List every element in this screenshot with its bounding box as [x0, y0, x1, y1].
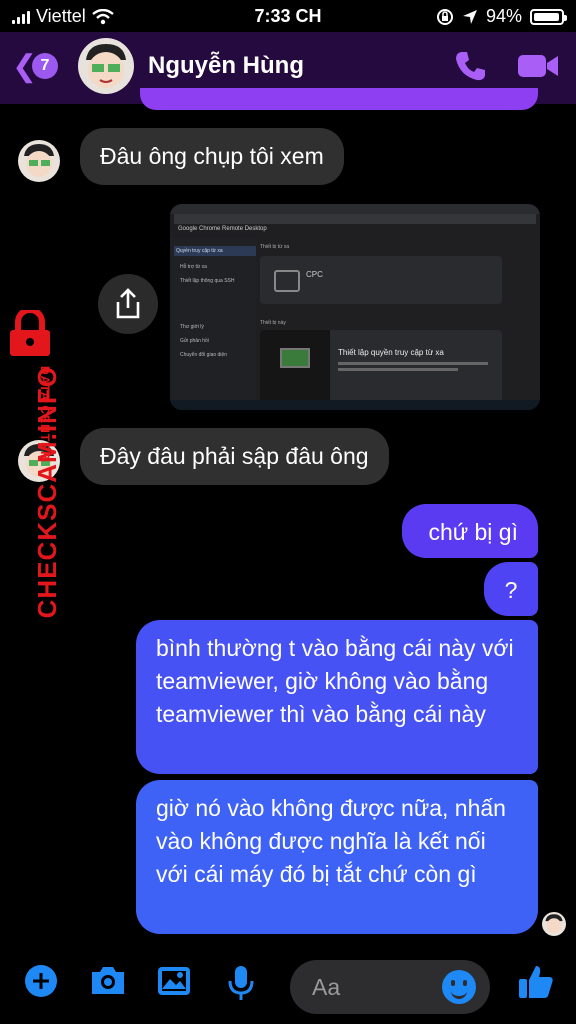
- message-bubble-outgoing[interactable]: giờ nó vào không được nữa, nhấn vào khôn…: [136, 780, 538, 934]
- message-text: giờ nó vào không được nữa, nhấn vào khôn…: [156, 795, 506, 887]
- back-button[interactable]: ❮ 7: [12, 50, 60, 82]
- message-text: bình thường t vào bằng cái này với teamv…: [156, 635, 514, 727]
- message-text: chứ bị gì: [428, 519, 518, 545]
- rotation-lock-icon: [436, 8, 453, 25]
- sender-avatar[interactable]: [18, 140, 60, 182]
- contact-avatar[interactable]: [78, 38, 134, 94]
- message-bubble-incoming[interactable]: Đây đâu phải sập đâu ông: [80, 428, 389, 485]
- monitor-icon: [274, 270, 300, 292]
- section-label: Thiết bị này: [260, 320, 286, 326]
- contact-name[interactable]: Nguyễn Hùng: [148, 52, 304, 80]
- remote-desktop-sidebar: Quyền truy cập từ xa Hỗ trợ từ xa Thiết …: [170, 238, 256, 400]
- gallery-icon[interactable]: [156, 964, 192, 998]
- avatar-image: [24, 144, 54, 177]
- sidebar-item: Thư giới lý: [180, 324, 204, 330]
- setup-card: Thiết lập quyền truy cập từ xa: [260, 330, 502, 404]
- message-bubble-incoming[interactable]: Đâu ông chụp tôi xem: [80, 128, 344, 185]
- share-icon: [116, 288, 140, 319]
- sidebar-item: Gửi phản hồi: [180, 338, 209, 344]
- taskbar: [170, 400, 540, 410]
- message-bubble-outgoing[interactable]: ?: [484, 562, 538, 616]
- message-composer: Aa: [0, 952, 576, 1024]
- like-icon[interactable]: [516, 962, 556, 1002]
- section-label: Thiết bị từ xa: [260, 244, 290, 250]
- status-bar: Viettel 7:33 CH 94%: [0, 0, 576, 32]
- device-card: CPC: [260, 256, 502, 304]
- watermark-tag: DATA CENTER: [38, 366, 52, 461]
- message-text: Đâu ông chụp tôi xem: [100, 143, 324, 169]
- battery-icon: [530, 8, 567, 25]
- watermark: CHECKSCAM.INFO DATA CENTER: [0, 310, 70, 618]
- address-bar: [174, 214, 536, 224]
- video-call-icon[interactable]: [516, 48, 560, 84]
- share-button[interactable]: [98, 274, 158, 334]
- battery-percent: 94%: [485, 6, 522, 26]
- add-icon[interactable]: [24, 964, 58, 998]
- emoji-icon[interactable]: [442, 970, 476, 1004]
- browser-tabs: [170, 204, 540, 214]
- avatar-image: [545, 914, 563, 934]
- phone-call-icon[interactable]: [452, 48, 488, 84]
- seen-avatar: [542, 912, 566, 936]
- location-icon: [462, 9, 477, 24]
- avatar-image: [86, 44, 126, 88]
- sidebar-item: Quyền truy cập từ xa: [174, 246, 256, 256]
- setup-title: Thiết lập quyền truy cập từ xa: [338, 348, 444, 357]
- sidebar-item: Chuyển đổi giao diện: [180, 352, 227, 358]
- message-bubble-outgoing[interactable]: bình thường t vào bằng cái này với teamv…: [136, 620, 538, 774]
- message-input[interactable]: Aa: [290, 960, 490, 1014]
- lock-icon: [10, 310, 50, 356]
- setup-illustration: [260, 330, 330, 404]
- input-placeholder: Aa: [312, 974, 341, 1000]
- unread-badge: 7: [32, 53, 58, 79]
- camera-icon[interactable]: [88, 964, 128, 998]
- message-text: Đây đâu phải sập đâu ông: [100, 443, 369, 469]
- message-text: ?: [504, 577, 518, 603]
- device-name: CPC: [306, 270, 323, 279]
- app-title: Google Chrome Remote Desktop: [178, 226, 267, 232]
- message-bubble-outgoing[interactable]: chứ bị gì: [402, 504, 538, 558]
- sidebar-item: Hỗ trợ từ xa: [180, 264, 207, 270]
- shared-screenshot[interactable]: Google Chrome Remote Desktop Quyền truy …: [170, 204, 540, 410]
- sidebar-item: Thiết lập thông qua SSH: [180, 278, 235, 284]
- previous-message-edge: [140, 88, 538, 110]
- microphone-icon[interactable]: [226, 964, 256, 1002]
